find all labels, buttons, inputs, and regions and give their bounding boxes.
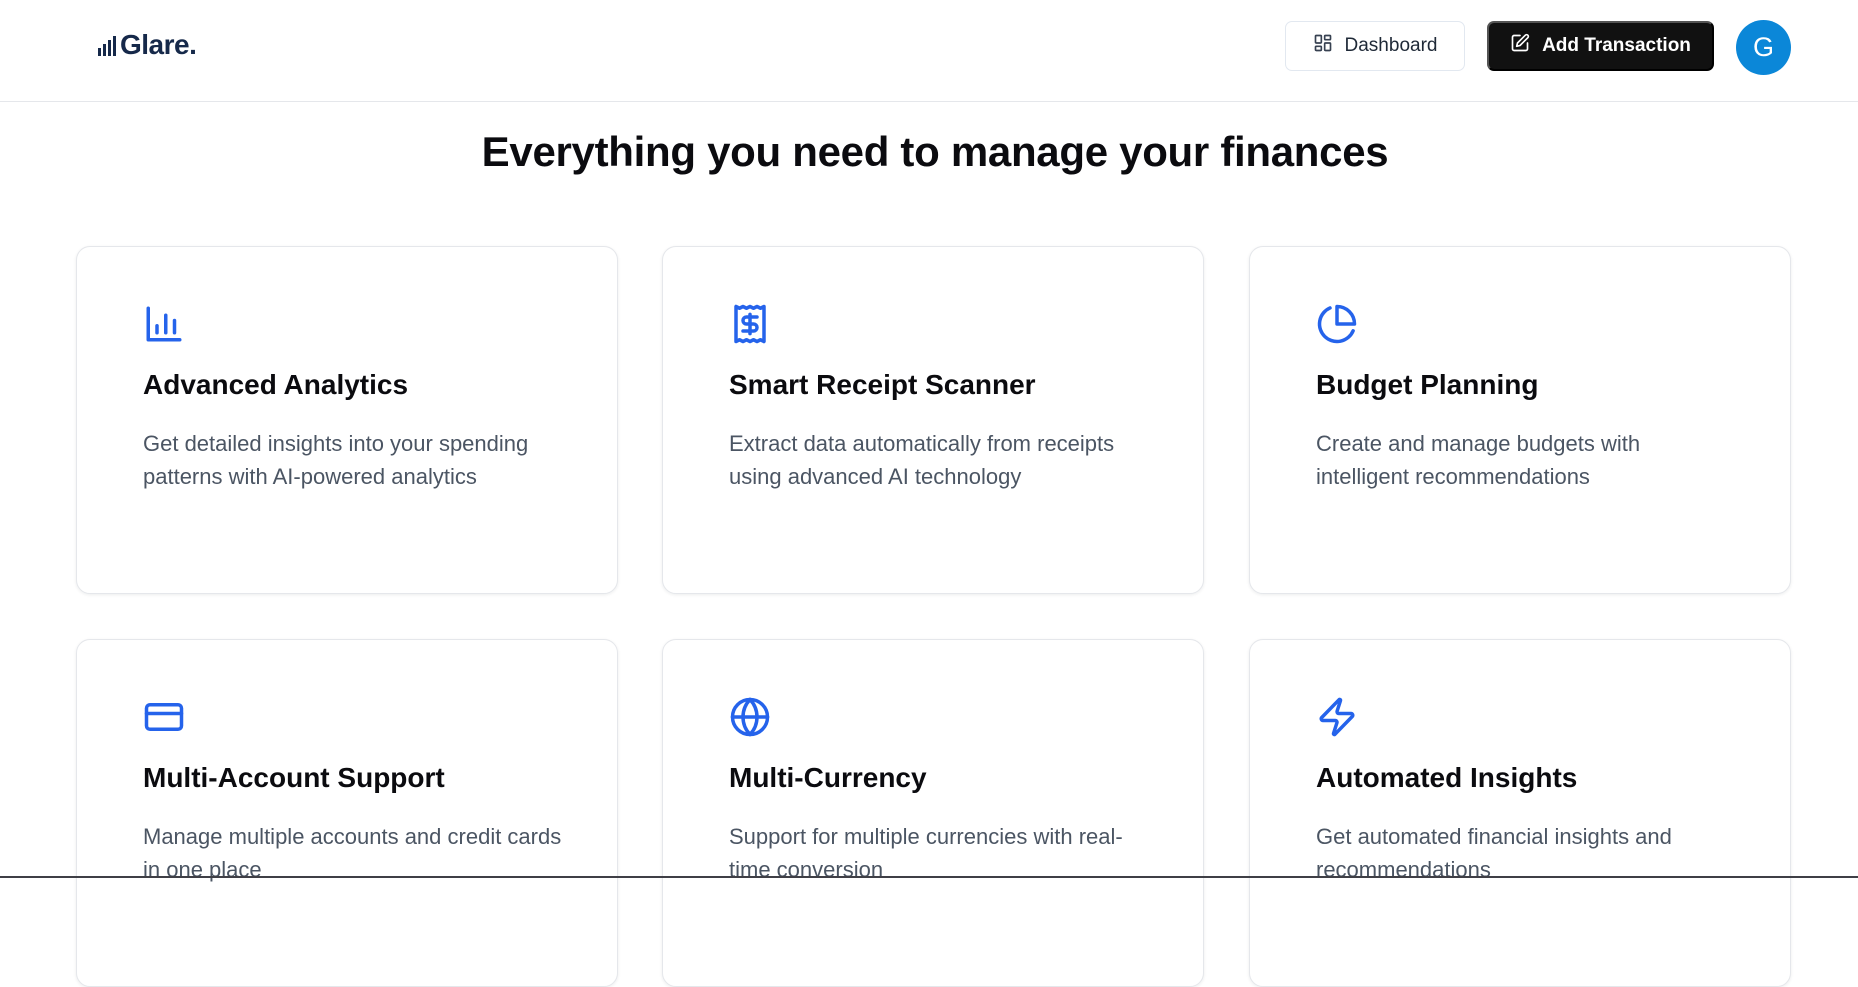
pen-square-icon (1510, 33, 1530, 59)
avatar-initial: G (1752, 32, 1774, 62)
section-title: Everything you need to manage your finan… (481, 128, 1389, 175)
logo-bars-icon (98, 34, 116, 56)
dashboard-grid-icon (1313, 33, 1333, 59)
feature-card-multi-account-support: Multi-Account Support Manage multiple ac… (76, 639, 618, 987)
feature-title: Smart Receipt Scanner (729, 369, 1036, 400)
feature-title: Automated Insights (1316, 762, 1578, 793)
feature-card-automated-insights: Automated Insights Get automated financi… (1249, 639, 1791, 987)
user-avatar[interactable]: G (1736, 20, 1791, 75)
dashboard-button[interactable]: Dashboard (1285, 21, 1465, 71)
pie-chart-icon (1316, 303, 1358, 345)
feature-card-smart-receipt-scanner: Smart Receipt Scanner Extract data autom… (662, 246, 1204, 594)
feature-description: Extract data automatically from receipts… (729, 431, 1115, 489)
lightning-icon (1316, 696, 1358, 738)
feature-description: Create and manage budgets with intellige… (1316, 431, 1641, 489)
add-transaction-label: Add Transaction (1542, 35, 1691, 56)
receipt-icon (729, 303, 771, 345)
globe-icon (729, 696, 771, 738)
logo-text: Glare. (120, 29, 197, 60)
feature-description: Get detailed insights into your spending… (143, 431, 529, 489)
feature-title: Advanced Analytics (143, 369, 409, 400)
credit-card-icon (143, 696, 185, 738)
bar-chart-icon (143, 303, 185, 345)
feature-title: Budget Planning (1316, 369, 1539, 400)
feature-title: Multi-Account Support (143, 762, 445, 793)
feature-card-multi-currency: Multi-Currency Support for multiple curr… (662, 639, 1204, 987)
feature-card-budget-planning: Budget Planning Create and manage budget… (1249, 246, 1791, 594)
feature-title: Multi-Currency (729, 762, 927, 793)
add-transaction-button[interactable]: Add Transaction (1487, 21, 1714, 71)
logo[interactable]: Glare. (98, 29, 197, 61)
dashboard-button-label: Dashboard (1344, 35, 1438, 56)
top-navbar: Glare. Dashboard Add Transaction G (0, 0, 1858, 102)
feature-card-advanced-analytics: Advanced Analytics Get detailed insights… (76, 246, 618, 594)
